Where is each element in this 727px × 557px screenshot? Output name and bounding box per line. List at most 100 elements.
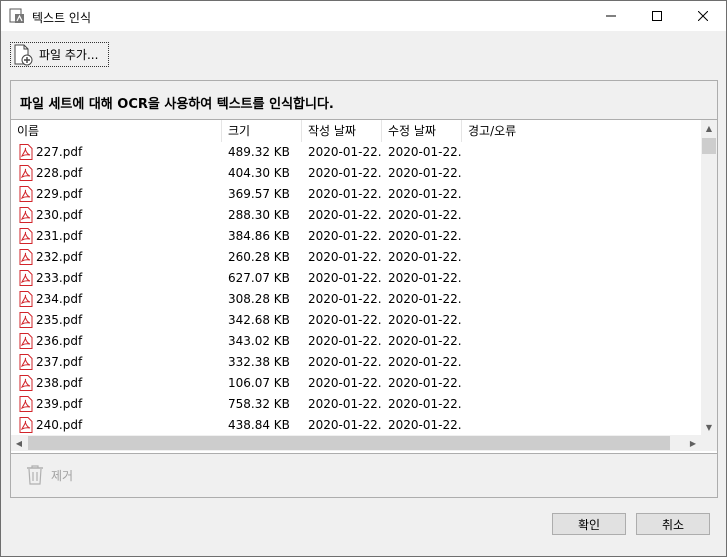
file-list[interactable]: 이름 크기 작성 날짜 수정 날짜 경고/오류 227.pdf 489.32 KB…	[11, 119, 717, 454]
close-icon	[698, 11, 708, 21]
cancel-button[interactable]: 취소	[636, 513, 710, 535]
pdf-file-icon	[19, 270, 33, 286]
scroll-left-icon[interactable]: ◀	[11, 435, 27, 451]
table-row[interactable]: 235.pdf 342.68 KB 2020-01-22... 2020-01-22.…	[11, 310, 701, 331]
maximize-button[interactable]	[634, 1, 680, 31]
file-name: 240.pdf	[36, 418, 83, 432]
add-file-label: 파일 추가...	[39, 48, 99, 62]
file-created-date: 2020-01-22...	[308, 208, 382, 222]
column-modified[interactable]: 수정 날짜	[382, 120, 462, 142]
column-size[interactable]: 크기	[222, 120, 302, 142]
remove-label: 제거	[51, 468, 74, 483]
file-add-icon	[14, 44, 33, 65]
minimize-button[interactable]	[588, 1, 634, 31]
file-size: 758.32 KB	[228, 397, 290, 411]
table-row[interactable]: 238.pdf 106.07 KB 2020-01-22... 2020-01-22.…	[11, 373, 701, 394]
file-size: 627.07 KB	[228, 271, 290, 285]
table-row[interactable]: 231.pdf 384.86 KB 2020-01-22... 2020-01-22.…	[11, 226, 701, 247]
file-size: 438.84 KB	[228, 418, 290, 432]
file-created-date: 2020-01-22...	[308, 187, 382, 201]
file-size: 106.07 KB	[228, 376, 290, 390]
table-row[interactable]: 240.pdf 438.84 KB 2020-01-22... 2020-01-22.…	[11, 415, 701, 436]
table-row[interactable]: 239.pdf 758.32 KB 2020-01-22... 2020-01-22.…	[11, 394, 701, 415]
pdf-file-icon	[19, 207, 33, 223]
file-size: 369.57 KB	[228, 187, 290, 201]
column-header: 이름 크기 작성 날짜 수정 날짜 경고/오류	[11, 120, 701, 142]
ok-button[interactable]: 확인	[552, 513, 626, 535]
file-modified-date: 2020-01-22...	[388, 229, 462, 243]
horizontal-scroll-thumb[interactable]	[28, 436, 670, 450]
file-created-date: 2020-01-22...	[308, 166, 382, 180]
maximize-icon	[652, 11, 662, 21]
pdf-file-icon	[19, 354, 33, 370]
file-name: 234.pdf	[36, 292, 83, 306]
column-warning[interactable]: 경고/오류	[462, 120, 542, 142]
panel-header: 파일 세트에 대해 OCR을 사용하여 텍스트를 인식합니다.	[11, 81, 717, 119]
file-created-date: 2020-01-22...	[308, 250, 382, 264]
file-modified-date: 2020-01-22...	[388, 313, 462, 327]
file-created-date: 2020-01-22...	[308, 418, 382, 432]
pdf-file-icon	[19, 186, 33, 202]
file-created-date: 2020-01-22...	[308, 376, 382, 390]
trash-icon	[27, 465, 43, 485]
column-name[interactable]: 이름	[11, 120, 222, 142]
file-size: 332.38 KB	[228, 355, 290, 369]
table-row[interactable]: 228.pdf 404.30 KB 2020-01-22... 2020-01-22.…	[11, 163, 701, 184]
table-row[interactable]: 230.pdf 288.30 KB 2020-01-22... 2020-01-22.…	[11, 205, 701, 226]
pdf-file-icon	[19, 333, 33, 349]
table-row[interactable]: 229.pdf 369.57 KB 2020-01-22... 2020-01-22.…	[11, 184, 701, 205]
table-row[interactable]: 232.pdf 260.28 KB 2020-01-22... 2020-01-22.…	[11, 247, 701, 268]
column-created[interactable]: 작성 날짜	[302, 120, 382, 142]
file-size: 342.68 KB	[228, 313, 290, 327]
scroll-up-icon[interactable]: ▲	[701, 120, 717, 136]
file-name: 231.pdf	[36, 229, 83, 243]
file-modified-date: 2020-01-22...	[388, 166, 462, 180]
file-modified-date: 2020-01-22...	[388, 271, 462, 285]
vertical-scroll-thumb[interactable]	[702, 138, 716, 154]
table-row[interactable]: 237.pdf 332.38 KB 2020-01-22... 2020-01-22.…	[11, 352, 701, 373]
file-name: 230.pdf	[36, 208, 83, 222]
file-created-date: 2020-01-22...	[308, 292, 382, 306]
file-name: 228.pdf	[36, 166, 83, 180]
table-row[interactable]: 234.pdf 308.28 KB 2020-01-22... 2020-01-22.…	[11, 289, 701, 310]
scrollbar-corner	[701, 435, 717, 451]
pdf-file-icon	[19, 417, 33, 433]
file-size: 260.28 KB	[228, 250, 290, 264]
pdf-file-icon	[19, 375, 33, 391]
file-size: 384.86 KB	[228, 229, 290, 243]
file-name: 233.pdf	[36, 271, 83, 285]
file-name: 237.pdf	[36, 355, 83, 369]
file-modified-date: 2020-01-22...	[388, 418, 462, 432]
file-modified-date: 2020-01-22...	[388, 334, 462, 348]
scroll-right-icon[interactable]: ▶	[685, 435, 701, 451]
file-created-date: 2020-01-22...	[308, 355, 382, 369]
file-modified-date: 2020-01-22...	[388, 187, 462, 201]
add-file-button[interactable]: 파일 추가...	[10, 42, 109, 67]
file-name: 229.pdf	[36, 187, 83, 201]
file-name: 239.pdf	[36, 397, 83, 411]
pdf-file-icon	[19, 312, 33, 328]
file-created-date: 2020-01-22...	[308, 397, 382, 411]
remove-button[interactable]: 제거	[25, 462, 73, 488]
file-size: 308.28 KB	[228, 292, 290, 306]
file-rows: 227.pdf 489.32 KB 2020-01-22... 2020-01-22.…	[11, 142, 701, 436]
ocr-panel: 파일 세트에 대해 OCR을 사용하여 텍스트를 인식합니다. 이름 크기 작성…	[10, 80, 718, 498]
pdf-file-icon	[19, 291, 33, 307]
table-row[interactable]: 227.pdf 489.32 KB 2020-01-22... 2020-01-22.…	[11, 142, 701, 163]
close-button[interactable]	[680, 1, 726, 31]
file-modified-date: 2020-01-22...	[388, 355, 462, 369]
horizontal-scrollbar[interactable]: ◀ ▶	[11, 435, 701, 451]
file-modified-date: 2020-01-22...	[388, 292, 462, 306]
file-modified-date: 2020-01-22...	[388, 208, 462, 222]
table-row[interactable]: 233.pdf 627.07 KB 2020-01-22... 2020-01-22.…	[11, 268, 701, 289]
file-created-date: 2020-01-22...	[308, 145, 382, 159]
file-name: 236.pdf	[36, 334, 83, 348]
table-row[interactable]: 236.pdf 343.02 KB 2020-01-22... 2020-01-22.…	[11, 331, 701, 352]
file-name: 235.pdf	[36, 313, 83, 327]
file-modified-date: 2020-01-22...	[388, 250, 462, 264]
file-size: 404.30 KB	[228, 166, 290, 180]
vertical-scrollbar[interactable]: ▲ ▼	[701, 120, 717, 435]
scroll-down-icon[interactable]: ▼	[701, 419, 717, 435]
pdf-file-icon	[19, 396, 33, 412]
file-modified-date: 2020-01-22...	[388, 376, 462, 390]
